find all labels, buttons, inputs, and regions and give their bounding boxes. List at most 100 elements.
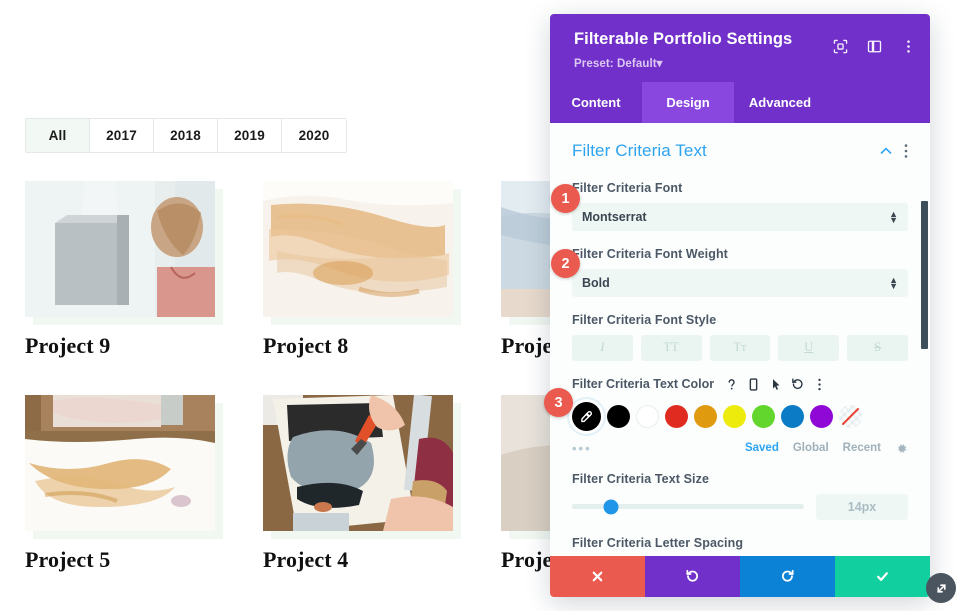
section-header[interactable]: Filter Criteria Text	[572, 123, 908, 165]
color-tab-global[interactable]: Global	[793, 442, 829, 454]
swatch-orange[interactable]	[694, 404, 717, 428]
field-filter-criteria-font: Filter Criteria Font Montserrat ▲ ▼	[572, 165, 908, 231]
font-select[interactable]: Montserrat ▲ ▼	[572, 202, 908, 231]
portfolio-preview: All 2017 2018 2019 2020 Project 9 Projec…	[0, 0, 699, 611]
field-filter-criteria-font-weight: Filter Criteria Font Weight Bold ▲ ▼	[572, 231, 908, 297]
preset-selector[interactable]: Preset: Default▾	[574, 56, 912, 70]
field-label: Filter Criteria Font Style	[572, 312, 717, 327]
swatch-white[interactable]	[636, 404, 659, 428]
swatch-yellow[interactable]	[723, 404, 746, 428]
gear-icon[interactable]	[895, 442, 908, 455]
project-card[interactable]: Project 8	[263, 181, 461, 359]
portfolio-row-1: Project 9 Project 8 Project 7	[25, 181, 699, 359]
settings-panel-body: Filter Criteria Text Filter Criteria Fon…	[550, 122, 930, 597]
project-image-wrap	[263, 181, 461, 325]
preset-label: Preset: Default	[574, 57, 657, 70]
swatch-none[interactable]	[839, 404, 862, 428]
font-weight-select-value: Bold	[582, 275, 610, 290]
more-vertical-icon[interactable]	[813, 377, 826, 392]
field-filter-criteria-text-color: Filter Criteria Text Color ••• Saved Glo…	[572, 361, 908, 456]
text-size-value[interactable]: 14px	[816, 493, 908, 520]
filter-tab-2018[interactable]: 2018	[154, 119, 218, 152]
project-thumbnail	[263, 395, 453, 531]
smallcaps-button[interactable]: Tᴛ	[709, 334, 771, 361]
more-colors-icon[interactable]: •••	[572, 441, 592, 456]
field-filter-criteria-text-size: Filter Criteria Text Size 14px	[572, 456, 908, 520]
color-label-row: Filter Criteria Text Color	[572, 377, 908, 392]
uppercase-button[interactable]: TT	[640, 334, 702, 361]
field-label: Filter Criteria Text Size	[572, 471, 710, 486]
font-style-button-group: I TT Tᴛ U S	[572, 334, 908, 361]
italic-button[interactable]: I	[572, 334, 633, 361]
layout-split-icon[interactable]	[867, 39, 882, 54]
swatch-green[interactable]	[752, 404, 775, 428]
project-thumbnail	[263, 181, 453, 317]
undo-icon	[686, 569, 699, 582]
save-button[interactable]	[835, 556, 930, 597]
project-image-wrap	[25, 395, 223, 539]
color-swatch-row	[572, 401, 908, 431]
filter-tab-all[interactable]: All	[26, 119, 90, 152]
swatch-purple[interactable]	[810, 404, 833, 428]
swatch-blue[interactable]	[781, 404, 804, 428]
tab-design[interactable]: Design	[642, 81, 734, 123]
underline-button[interactable]: U	[778, 334, 840, 361]
color-tab-saved[interactable]: Saved	[745, 442, 779, 454]
section-title: Filter Criteria Text	[572, 140, 707, 160]
project-title: Project 4	[263, 547, 349, 572]
project-card[interactable]: Project 9	[25, 181, 223, 359]
filter-tab-2020[interactable]: 2020	[282, 119, 346, 152]
slider-knob[interactable]	[603, 499, 619, 515]
callout-badge-1: 1	[551, 184, 580, 213]
text-size-slider[interactable]	[572, 499, 804, 515]
settings-tab-bar: Content Design Advanced	[550, 81, 930, 123]
portfolio-grid: Project 9 Project 8 Project 7 Project 5 …	[25, 181, 699, 609]
check-icon	[877, 572, 888, 581]
color-library-row: ••• Saved Global Recent	[572, 441, 908, 456]
panel-scrollbar[interactable]	[921, 200, 928, 349]
undo-button[interactable]	[645, 556, 740, 597]
help-icon[interactable]	[725, 377, 738, 392]
field-filter-criteria-letter-spacing: Filter Criteria Letter Spacing	[572, 520, 908, 550]
focus-target-icon[interactable]	[833, 39, 848, 54]
project-thumbnail	[25, 395, 215, 531]
header-icon-group	[833, 39, 916, 54]
font-select-value: Montserrat	[582, 209, 647, 224]
reset-icon[interactable]	[791, 377, 804, 392]
cancel-button[interactable]	[550, 556, 645, 597]
eyedropper-picker-button[interactable]	[572, 401, 601, 431]
cursor-icon[interactable]	[769, 377, 782, 392]
project-image-wrap	[25, 181, 223, 325]
project-title: Project 8	[263, 333, 349, 358]
redo-button[interactable]	[740, 556, 835, 597]
module-settings-modal: Filterable Portfolio Settings Preset: De…	[550, 14, 930, 597]
font-weight-select[interactable]: Bold ▲ ▼	[572, 268, 908, 297]
swatch-black[interactable]	[607, 404, 630, 428]
modal-header: Filterable Portfolio Settings Preset: De…	[550, 14, 930, 82]
tab-advanced[interactable]: Advanced	[734, 82, 826, 123]
resize-handle[interactable]	[926, 573, 956, 603]
project-title: Project 5	[25, 547, 111, 572]
portfolio-row-2: Project 5 Project 4 Project 3	[25, 395, 699, 573]
text-size-slider-row: 14px	[572, 493, 908, 520]
swatch-red[interactable]	[665, 404, 688, 428]
chevron-up-icon[interactable]	[878, 143, 894, 159]
color-tab-recent[interactable]: Recent	[843, 442, 881, 454]
strikethrough-button[interactable]: S	[847, 334, 908, 361]
project-card[interactable]: Project 5	[25, 395, 223, 573]
select-stepper-icon: ▲ ▼	[889, 208, 898, 225]
field-label: Filter Criteria Font	[572, 180, 683, 195]
section-more-icon[interactable]	[904, 143, 908, 159]
filter-tab-2017[interactable]: 2017	[90, 119, 154, 152]
callout-badge-2: 2	[551, 249, 580, 278]
project-image-wrap	[263, 395, 461, 539]
mobile-icon[interactable]	[747, 377, 760, 392]
portfolio-filter-bar: All 2017 2018 2019 2020	[25, 118, 347, 153]
field-label: Filter Criteria Text Color	[572, 377, 715, 392]
close-icon	[592, 571, 603, 582]
color-library-tabs: Saved Global Recent	[745, 442, 908, 455]
more-vertical-icon[interactable]	[901, 39, 916, 54]
tab-content[interactable]: Content	[550, 82, 642, 123]
project-card[interactable]: Project 4	[263, 395, 461, 573]
filter-tab-2019[interactable]: 2019	[218, 119, 282, 152]
